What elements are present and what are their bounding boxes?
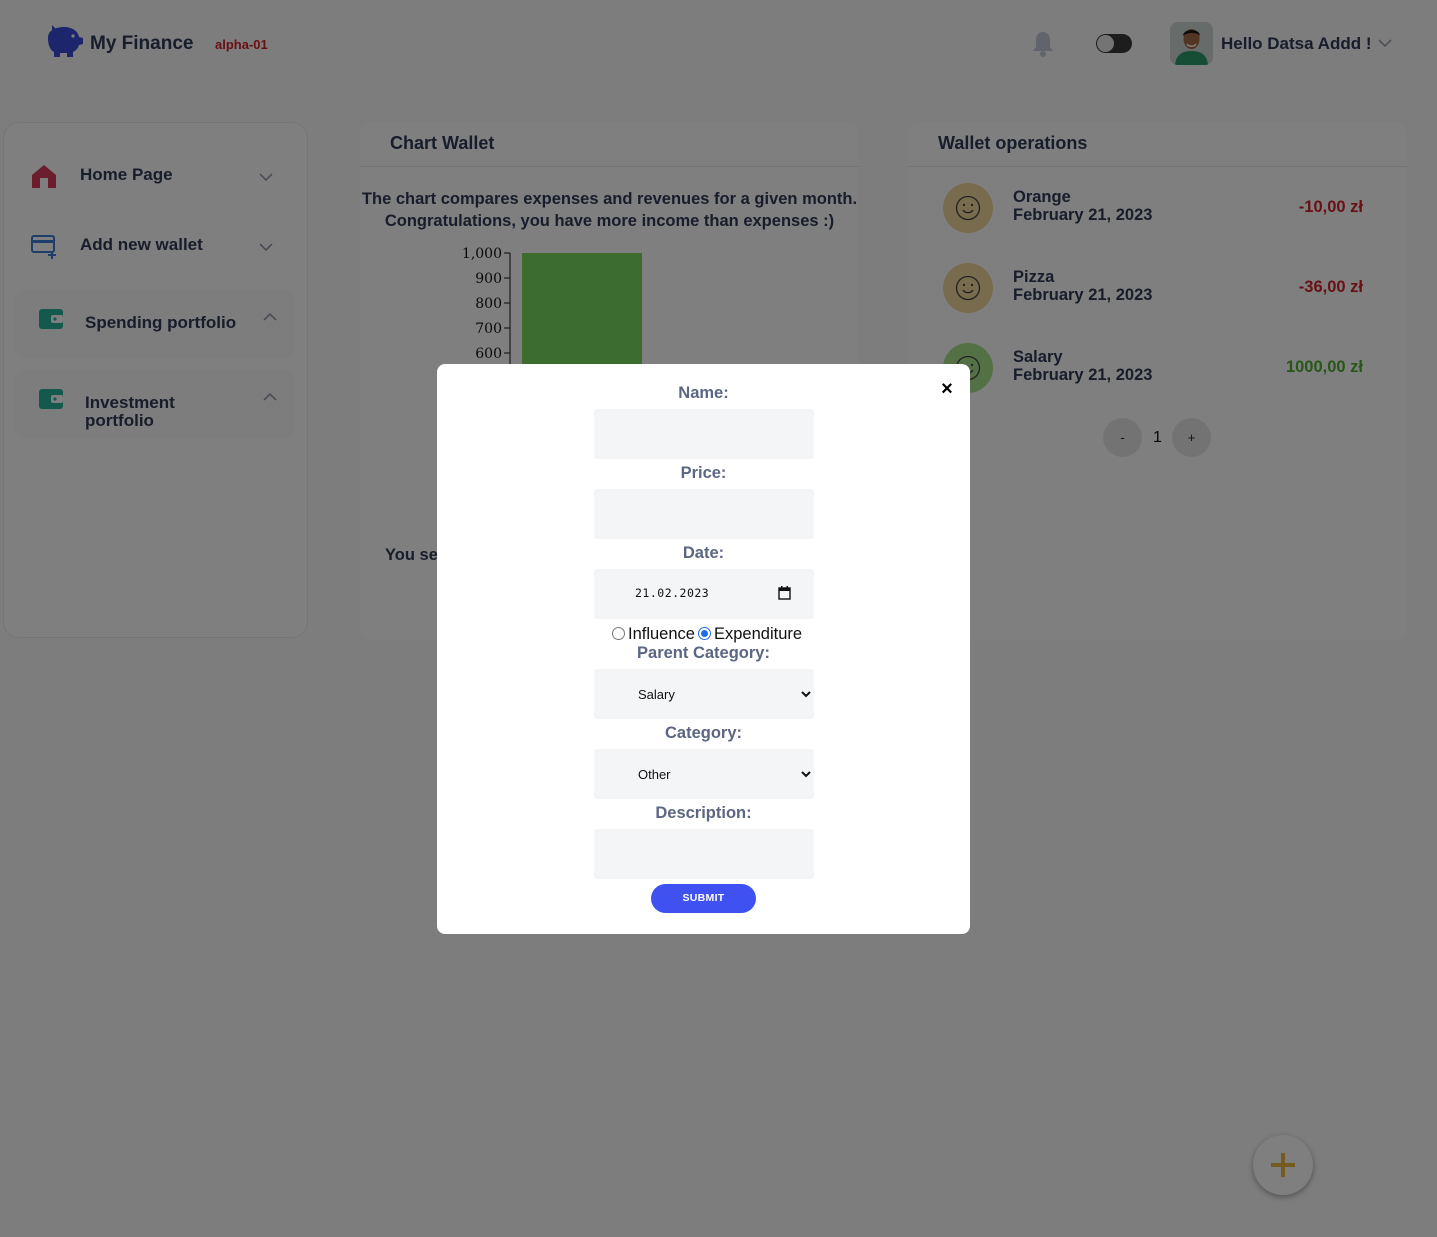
calendar-icon[interactable]: [778, 586, 791, 600]
parent-category-select[interactable]: Salary: [594, 669, 814, 719]
price-field-box: [594, 489, 814, 539]
category-label: Category:: [664, 724, 742, 742]
price-label: Price:: [680, 464, 727, 482]
name-field-box: [594, 409, 814, 459]
name-label: Name:: [678, 384, 729, 402]
name-input[interactable]: [594, 409, 814, 459]
date-label: Date:: [682, 544, 725, 562]
category-select[interactable]: Other: [594, 749, 814, 799]
description-label: Description:: [655, 804, 752, 822]
category-box: Other: [594, 749, 814, 799]
influence-label[interactable]: Influence: [628, 625, 695, 644]
add-operation-modal: × Name: Price: Date: 21.02.2023 Influenc…: [437, 364, 970, 934]
parent-category-box: Salary: [594, 669, 814, 719]
date-value: 21.02.2023: [635, 586, 710, 600]
date-input[interactable]: 21.02.2023: [594, 569, 814, 619]
expenditure-radio[interactable]: [698, 627, 711, 640]
parent-category-label: Parent Category:: [637, 644, 770, 662]
description-input[interactable]: [594, 829, 814, 879]
submit-button[interactable]: SUBMIT: [651, 884, 756, 913]
description-field-box: [594, 829, 814, 879]
expenditure-label[interactable]: Expenditure: [714, 625, 802, 644]
influence-radio[interactable]: [612, 627, 625, 640]
price-input[interactable]: [594, 489, 814, 539]
